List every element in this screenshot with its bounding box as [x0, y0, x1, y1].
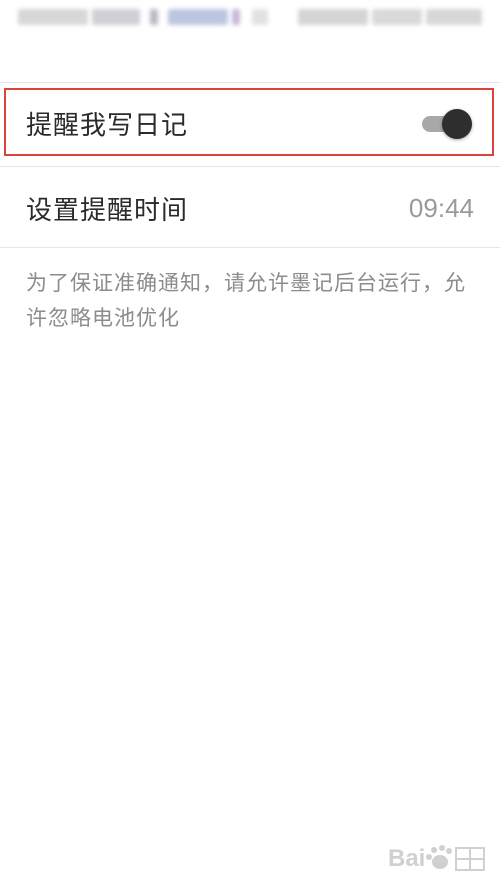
- reminder-time-row[interactable]: 设置提醒时间 09:44: [0, 168, 500, 248]
- status-blur-block: [18, 9, 88, 25]
- svg-text:Bai: Bai: [388, 845, 425, 872]
- reminder-time-value: 09:44: [408, 192, 474, 223]
- status-blur-block: [426, 9, 482, 25]
- status-bar: [0, 0, 500, 36]
- status-blur-block: [252, 9, 268, 25]
- divider: [0, 247, 500, 248]
- divider: [0, 82, 500, 83]
- highlight-annotation-box: [4, 88, 494, 156]
- status-blur-block: [150, 9, 158, 25]
- status-blur-block: [372, 9, 422, 25]
- status-blur-block: [232, 9, 240, 25]
- baidu-paw-logo-icon: Bai: [388, 838, 488, 878]
- battery-optimization-hint: 为了保证准确通知，请允许墨记后台运行，允许忽略电池优化: [26, 271, 466, 330]
- divider: [0, 166, 500, 167]
- status-blur-block: [168, 9, 228, 25]
- status-blur-block: [92, 9, 140, 25]
- reminder-time-label: 设置提醒时间: [26, 195, 189, 226]
- status-blur-block: [298, 9, 368, 25]
